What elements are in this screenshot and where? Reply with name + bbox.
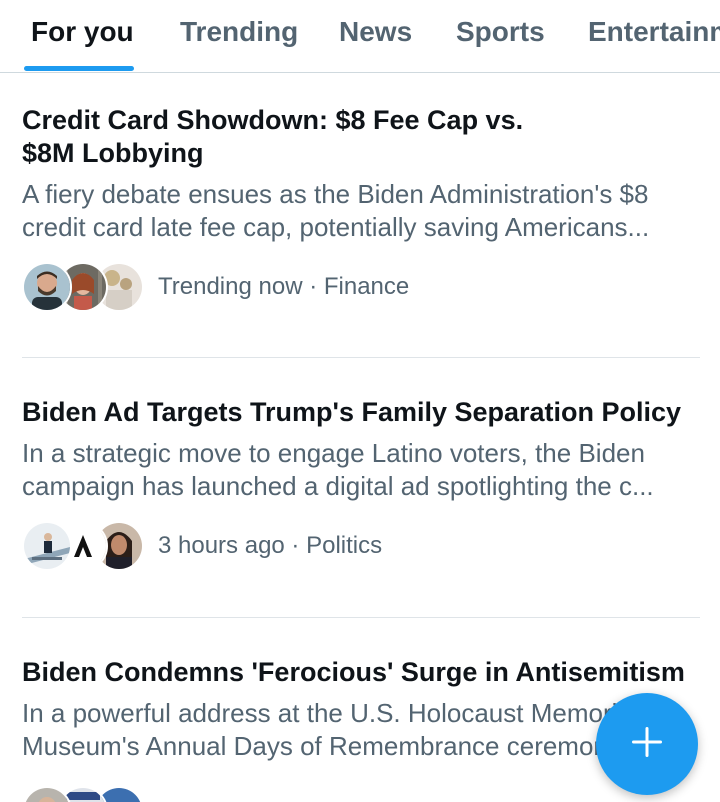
divider [22, 357, 700, 358]
story-summary-line: campaign has launched a digital ad spotl… [22, 471, 654, 501]
explore-tab-bar: For you Trending News Sports Entertainme… [0, 0, 720, 73]
story-title: Biden Ad Targets Trump's Family Separati… [22, 397, 682, 427]
news-story-card[interactable]: Credit Card Showdown: $8 Fee Cap vs. $8M… [22, 104, 700, 316]
story-meta-text: Trending now · Finance [158, 273, 410, 300]
avatar [22, 521, 72, 571]
compose-fab-button[interactable] [596, 693, 698, 795]
story-meta-text: 3 hours ago · Politics [158, 532, 383, 559]
active-tab-indicator [24, 66, 134, 71]
tab-trending[interactable]: Trending [180, 14, 298, 54]
story-meta: 3 hours ago · Politics [22, 521, 700, 575]
avatar-stack [22, 262, 144, 314]
avatar [22, 786, 72, 802]
news-story-card[interactable]: Biden Ad Targets Trump's Family Separati… [22, 396, 700, 575]
story-summary-line: credit card late fee cap, potentially sa… [22, 212, 650, 242]
tab-for-you[interactable]: For you [31, 14, 134, 54]
plus-icon [629, 724, 665, 765]
story-summary-line: In a strategic move to engage Latino vot… [22, 438, 645, 468]
avatar-stack [22, 521, 144, 573]
story-meta: Trending now · Finance [22, 262, 700, 316]
story-title: Biden Condemns 'Ferocious' Surge in Anti… [22, 657, 685, 687]
avatar-stack [22, 786, 144, 802]
tab-entertainment[interactable]: Entertainment [588, 14, 720, 54]
story-summary-line: A fiery debate ensues as the Biden Admin… [22, 179, 649, 209]
tab-sports[interactable]: Sports [456, 14, 545, 54]
story-title: Credit Card Showdown: $8 Fee Cap vs. $8M… [22, 105, 524, 168]
divider [22, 617, 700, 618]
avatar [22, 262, 72, 312]
tab-news[interactable]: News [339, 14, 412, 54]
